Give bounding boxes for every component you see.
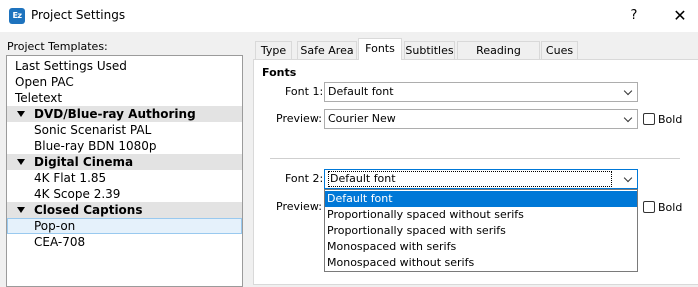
font2-option-proportional-serif[interactable]: Proportionally spaced with serifs [325,223,637,239]
chevron-down-icon [623,86,633,96]
collapse-triangle-icon[interactable] [17,207,25,213]
font2-option-monospaced-serif[interactable]: Monospaced with serifs [325,239,637,255]
close-button[interactable]: ✕ [670,6,690,26]
font2-select-value: Default font [328,171,612,187]
template-item-4k-flat[interactable]: 4K Flat 1.85 [7,170,242,186]
collapse-triangle-icon[interactable] [17,111,25,117]
template-item-blue-ray-bdn-1080p[interactable]: Blue-ray BDN 1080p [7,138,242,154]
bold2-checkbox[interactable] [643,201,655,213]
template-group-digital-cinema[interactable]: Digital Cinema [7,154,242,170]
template-group-closed-captions[interactable]: Closed Captions [7,202,242,218]
chevron-down-icon [623,173,633,183]
template-item-open-pac[interactable]: Open PAC [7,74,242,90]
window-title: Project Settings [31,8,126,22]
tab-reading-speed[interactable]: Reading Speed [457,41,540,75]
template-group-dvd-blue-ray[interactable]: DVD/Blue-ray Authoring [7,106,242,122]
font2-option-monospaced-sans[interactable]: Monospaced without serifs [325,255,637,271]
font2-option-proportional-sans[interactable]: Proportionally spaced without serifs [325,207,637,223]
template-item-teletext[interactable]: Teletext [7,90,242,106]
template-group-label: Digital Cinema [34,155,134,169]
app-icon: Ez [9,8,25,24]
font2-dropdown-list[interactable]: Default font Proportionally spaced witho… [324,189,638,272]
preview1-select[interactable]: Courier New [324,109,638,129]
template-item-4k-scope[interactable]: 4K Scope 2.39 [7,186,242,202]
tab-cues[interactable]: Cues [541,41,578,59]
project-templates-label: Project Templates: [7,40,108,53]
tab-type[interactable]: Type [255,41,292,59]
chevron-down-icon [623,113,633,123]
font1-select-value: Default font [328,85,394,98]
preview1-select-value: Courier New [328,112,396,125]
template-item-cea-708[interactable]: CEA-708 [7,234,242,250]
preview2-label: Preview: [276,200,322,213]
tab-fonts[interactable]: Fonts [358,38,402,60]
help-button[interactable]: ? [624,6,644,26]
font1-select[interactable]: Default font [324,82,638,102]
font2-option-default[interactable]: Default font [325,191,637,207]
template-item-sonic-scenarist-pal[interactable]: Sonic Scenarist PAL [7,122,242,138]
tab-subtitles[interactable]: Subtitles [404,41,455,59]
template-group-label: DVD/Blue-ray Authoring [34,107,196,121]
font1-label: Font 1: [285,85,324,98]
template-item-last-settings-used[interactable]: Last Settings Used [7,58,242,74]
bold1-checkbox[interactable] [643,113,655,125]
font2-select[interactable]: Default font [324,169,638,189]
project-templates-list[interactable]: Last Settings Used Open PAC Teletext DVD… [6,55,243,287]
template-group-label: Closed Captions [34,203,143,217]
preview1-label: Preview: [276,112,322,125]
font2-label: Font 2: [285,172,324,185]
collapse-triangle-icon[interactable] [17,159,25,165]
fonts-section-heading: Fonts [262,66,297,79]
section-divider [270,158,680,159]
tab-safe-area[interactable]: Safe Area [297,41,357,59]
template-item-pop-on[interactable]: Pop-on [7,218,242,234]
bold2-label: Bold [658,201,683,214]
bold1-label: Bold [658,113,683,126]
